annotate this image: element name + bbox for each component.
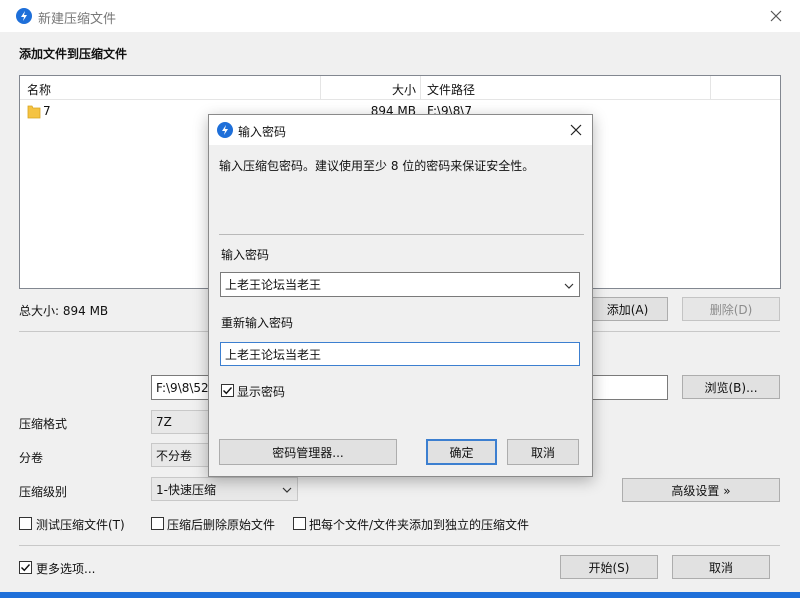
column-header-name[interactable]: 名称 xyxy=(27,81,51,98)
dialog-cancel-button[interactable]: 取消 xyxy=(507,439,579,465)
split-label: 分卷 xyxy=(19,451,44,465)
section-title: 添加文件到压缩文件 xyxy=(19,47,128,61)
app-logo-icon xyxy=(16,8,32,24)
password-dialog: 输入密码 输入压缩包密码。建议使用至少 8 位的密码来保证安全性。 输入密码 上… xyxy=(208,114,593,477)
dialog-logo-icon xyxy=(217,122,233,138)
separate-archives-label: 把每个文件/文件夹添加到独立的压缩文件 xyxy=(309,518,530,532)
main-title-bar: 新建压缩文件 xyxy=(0,0,800,32)
chevron-down-icon xyxy=(282,484,292,498)
column-header-path[interactable]: 文件路径 xyxy=(427,81,475,98)
add-button[interactable]: 添加(A) xyxy=(587,297,668,321)
test-archive-label: 测试压缩文件(T) xyxy=(36,518,125,532)
taskbar-strip xyxy=(0,592,800,598)
main-window-title: 新建压缩文件 xyxy=(38,12,117,27)
column-divider xyxy=(710,76,711,100)
more-options-label: 更多选项... xyxy=(36,562,96,576)
main-cancel-button[interactable]: 取消 xyxy=(672,555,770,579)
row-name: 7 xyxy=(43,104,51,118)
file-list-header: 名称 大小 文件路径 xyxy=(20,76,780,100)
checkmark-icon xyxy=(21,564,31,572)
confirm-password-input[interactable]: 上老王论坛当老王 xyxy=(220,342,580,366)
password-input[interactable]: 上老王论坛当老王 xyxy=(220,272,580,297)
chevron-down-icon[interactable] xyxy=(564,280,574,294)
advanced-settings-button[interactable]: 高级设置 » xyxy=(622,478,780,502)
separate-archives-checkbox[interactable] xyxy=(293,517,306,530)
level-value: 1-快速压缩 xyxy=(156,482,216,497)
browse-button[interactable]: 浏览(B)... xyxy=(682,375,780,399)
confirm-password-label: 重新输入密码 xyxy=(221,316,294,330)
format-label: 压缩格式 xyxy=(19,417,68,431)
separator xyxy=(19,545,780,546)
column-divider xyxy=(320,76,321,100)
column-divider xyxy=(420,76,421,100)
test-archive-checkbox[interactable] xyxy=(19,517,32,530)
show-password-label: 显示密码 xyxy=(237,385,286,399)
level-label: 压缩级别 xyxy=(19,485,68,499)
dialog-title: 输入密码 xyxy=(238,125,287,139)
level-select[interactable]: 1-快速压缩 xyxy=(151,477,298,501)
delete-source-label: 压缩后删除原始文件 xyxy=(167,518,276,532)
column-header-size[interactable]: 大小 xyxy=(390,81,416,98)
total-size: 总大小: 894 MB xyxy=(19,304,109,318)
password-manager-button[interactable]: 密码管理器... xyxy=(219,439,397,465)
folder-icon xyxy=(27,103,41,119)
delete-button[interactable]: 删除(D) xyxy=(682,297,780,321)
separator xyxy=(219,234,584,235)
dialog-close-icon[interactable] xyxy=(567,121,585,139)
password-value: 上老王论坛当老王 xyxy=(225,278,322,292)
start-button[interactable]: 开始(S) xyxy=(560,555,658,579)
delete-source-checkbox[interactable] xyxy=(151,517,164,530)
ok-button[interactable]: 确定 xyxy=(426,439,497,465)
password-label: 输入密码 xyxy=(221,248,270,262)
checkmark-icon xyxy=(223,387,233,395)
dialog-title-bar: 输入密码 xyxy=(209,115,592,145)
more-options-checkbox[interactable] xyxy=(19,561,32,574)
show-password-checkbox[interactable] xyxy=(221,384,234,397)
close-icon[interactable] xyxy=(766,6,786,26)
dialog-description: 输入压缩包密码。建议使用至少 8 位的密码来保证安全性。 xyxy=(219,159,535,173)
